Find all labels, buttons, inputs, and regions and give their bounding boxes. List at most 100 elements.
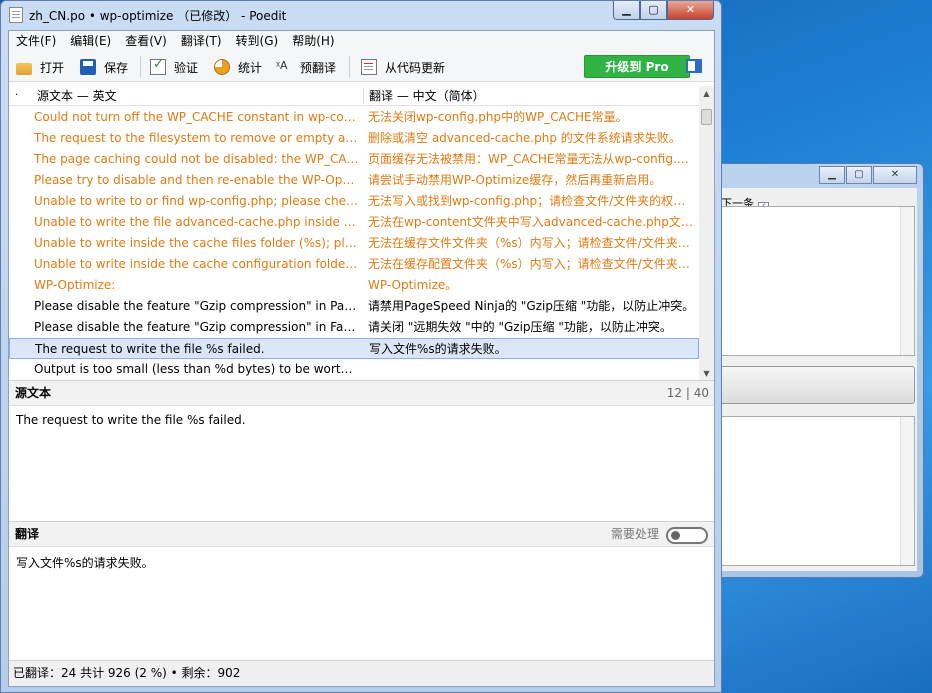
bg-close-button[interactable]: ✕ <box>873 166 917 184</box>
bg-wide-button[interactable] <box>715 366 915 404</box>
menu-view[interactable]: 查看(V) <box>125 31 167 51</box>
status-bar: 已翻译：24 共计 926 (2 %) • 剩余：902 <box>9 660 714 686</box>
row-source: Please try to disable and then re-enable… <box>34 173 359 187</box>
table-row[interactable]: Please disable the feature "Gzip compres… <box>9 317 699 338</box>
sidebar-toggle-icon[interactable] <box>686 59 702 73</box>
table-row[interactable]: Unable to write to or find wp-config.php… <box>9 191 699 212</box>
minimize-button[interactable]: ▁ <box>613 1 640 20</box>
app-icon <box>9 7 23 23</box>
table-row[interactable]: Could not turn off the WP_CACHE constant… <box>9 107 699 128</box>
poedit-window: zh_CN.po • wp-optimize （已修改） - Poedit ▁ … <box>0 0 722 693</box>
row-translation: 无法写入或找到wp-config.php；请检查文件/文件夹的权限。 <box>368 194 695 208</box>
scroll-thumb[interactable] <box>701 109 712 125</box>
menu-help[interactable]: 帮助(H) <box>292 31 334 51</box>
row-translation: 删除或清空 advanced-cache.php 的文件系统请求失败。 <box>368 131 681 145</box>
list-header: · 源文本 — 英文 翻译 — 中文（简体） <box>9 86 699 106</box>
row-source: Please disable the feature "Gzip compres… <box>34 299 359 313</box>
menu-translate[interactable]: 翻译(T) <box>181 31 222 51</box>
translation-list: · 源文本 — 英文 翻译 — 中文（简体） Could not turn of… <box>9 86 714 381</box>
bg-scrollbar-bottom[interactable] <box>900 417 914 565</box>
row-translation: WP-Optimize。 <box>368 278 458 292</box>
translation-header: 翻译 需要处理 <box>9 521 714 547</box>
marker-column-header[interactable]: · <box>15 86 18 106</box>
validate-button[interactable]: 验证 <box>150 57 198 77</box>
translate-icon: ᵡA <box>276 59 288 72</box>
source-text: The request to write the file %s failed. <box>16 413 246 427</box>
title-bar[interactable]: zh_CN.po • wp-optimize （已修改） - Poedit ▁ … <box>1 1 721 29</box>
checkbox-icon <box>150 57 166 75</box>
table-row-selected[interactable]: The request to write the file %s failed.… <box>9 338 699 359</box>
update-from-code-label: 从代码更新 <box>385 60 446 75</box>
list-rows: Could not turn off the WP_CACHE constant… <box>9 107 699 380</box>
translation-column-header[interactable]: 翻译 — 中文（简体） <box>369 86 485 106</box>
window-client: 文件(F) 编辑(E) 查看(V) 翻译(T) 转到(G) 帮助(H) 打开 保… <box>8 30 715 687</box>
needs-work-label: 需要处理 <box>610 527 659 541</box>
row-source: The page caching could not be disabled: … <box>34 152 359 166</box>
scroll-up-icon[interactable]: ▲ <box>699 86 714 101</box>
maximize-button[interactable]: ▢ <box>640 1 667 20</box>
row-source: Unable to write to or find wp-config.php… <box>34 194 359 208</box>
row-source: The request to the filesystem to remove … <box>34 131 359 145</box>
row-source: Output is too small (less than %d bytes)… <box>34 362 359 376</box>
row-translation: 请禁用PageSpeed Ninja的 "Gzip压缩 "功能，以防止冲突。 <box>368 299 695 313</box>
bg-text-box-top[interactable] <box>715 206 915 356</box>
status-text: 已翻译：24 共计 926 (2 %) • 剩余：902 <box>13 666 241 680</box>
row-source: Unable to write the file advanced-cache.… <box>34 215 359 229</box>
source-column-header[interactable]: 源文本 — 英文 <box>37 86 117 106</box>
stats-label: 统计 <box>238 60 263 75</box>
row-translation: 页面缓存无法被禁用：WP_CACHE常量无法从wp-config.php中删除 <box>368 152 695 166</box>
pretranslate-label: 预翻译 <box>300 60 337 75</box>
table-row[interactable]: Please disable the feature "Gzip compres… <box>9 296 699 317</box>
window-controls: ▁ ▢ ✕ <box>613 1 714 20</box>
source-header: 源文本 12 | 40 <box>9 380 714 406</box>
menu-bar: 文件(F) 编辑(E) 查看(V) 翻译(T) 转到(G) 帮助(H) <box>9 31 714 51</box>
row-translation: 请关闭 "远期失效 "中的 "Gzip压缩 "功能，以防止冲突。 <box>368 320 672 334</box>
row-translation: 无法在缓存文件文件夹（%s）内写入；请检查文件/文件夹权限。 <box>368 236 695 250</box>
document-icon <box>361 59 377 75</box>
table-row[interactable]: Unable to write inside the cache files f… <box>9 233 699 254</box>
bg-minimize-button[interactable]: ▁ <box>819 166 845 184</box>
save-button[interactable]: 保存 <box>80 57 128 77</box>
bg-text-box-bottom[interactable] <box>715 416 915 566</box>
table-row[interactable]: The page caching could not be disabled: … <box>9 149 699 170</box>
bg-scrollbar-top[interactable] <box>900 207 914 355</box>
row-source: Unable to write inside the cache configu… <box>34 257 359 271</box>
translation-input[interactable]: 写入文件%s的请求失败。 <box>9 547 714 662</box>
upgrade-pro-button[interactable]: 升级到 Pro <box>584 55 690 78</box>
translation-text: 写入文件%s的请求失败。 <box>16 556 154 570</box>
table-row[interactable]: Unable to write inside the cache configu… <box>9 254 699 275</box>
list-scrollbar[interactable]: ▲ ▼ <box>699 86 714 381</box>
menu-goto[interactable]: 转到(G) <box>236 31 279 51</box>
stats-button[interactable]: 统计 <box>214 57 262 77</box>
row-translation: 无法在wp-content文件夹中写入advanced-cache.php文件。 <box>368 215 695 229</box>
bg-window-controls: ▁ ▢ ✕ <box>819 166 917 184</box>
table-row[interactable]: WP-Optimize: WP-Optimize。 <box>9 275 699 296</box>
open-button[interactable]: 打开 <box>16 57 64 77</box>
pretranslate-button[interactable]: ᵡA 预翻译 <box>276 57 336 77</box>
column-divider[interactable] <box>363 88 364 104</box>
row-source: Could not turn off the WP_CACHE constant… <box>34 110 359 124</box>
toolbar: 打开 保存 验证 统计 ᵡA 预翻译 从代码更新 <box>9 51 714 82</box>
toolbar-separator <box>349 56 350 78</box>
row-source: Unable to write inside the cache files f… <box>34 236 359 250</box>
table-row[interactable]: The request to the filesystem to remove … <box>9 128 699 149</box>
row-source: Please disable the feature "Gzip compres… <box>34 320 359 334</box>
table-row[interactable]: Unable to write the file advanced-cache.… <box>9 212 699 233</box>
pie-chart-icon <box>214 59 230 75</box>
entry-counter: 12 | 40 <box>666 386 709 400</box>
menu-edit[interactable]: 编辑(E) <box>70 31 111 51</box>
background-window: ▁ ▢ ✕ 下一条 ✓ <box>714 163 924 578</box>
bg-maximize-button[interactable]: ▢ <box>846 166 872 184</box>
table-row[interactable]: Output is too small (less than %d bytes)… <box>9 359 699 380</box>
row-source: The request to write the file %s failed. <box>35 342 265 356</box>
translation-label: 翻译 <box>15 527 40 541</box>
bg-window-content: 下一条 ✓ <box>715 188 917 571</box>
close-button[interactable]: ✕ <box>667 1 714 20</box>
scroll-down-icon[interactable]: ▼ <box>699 366 714 381</box>
table-row[interactable]: Please try to disable and then re-enable… <box>9 170 699 191</box>
folder-icon <box>16 62 32 75</box>
needs-work-toggle[interactable] <box>666 527 708 544</box>
update-from-code-button[interactable]: 从代码更新 <box>361 57 445 77</box>
source-label: 源文本 <box>15 386 52 400</box>
menu-file[interactable]: 文件(F) <box>16 31 56 51</box>
